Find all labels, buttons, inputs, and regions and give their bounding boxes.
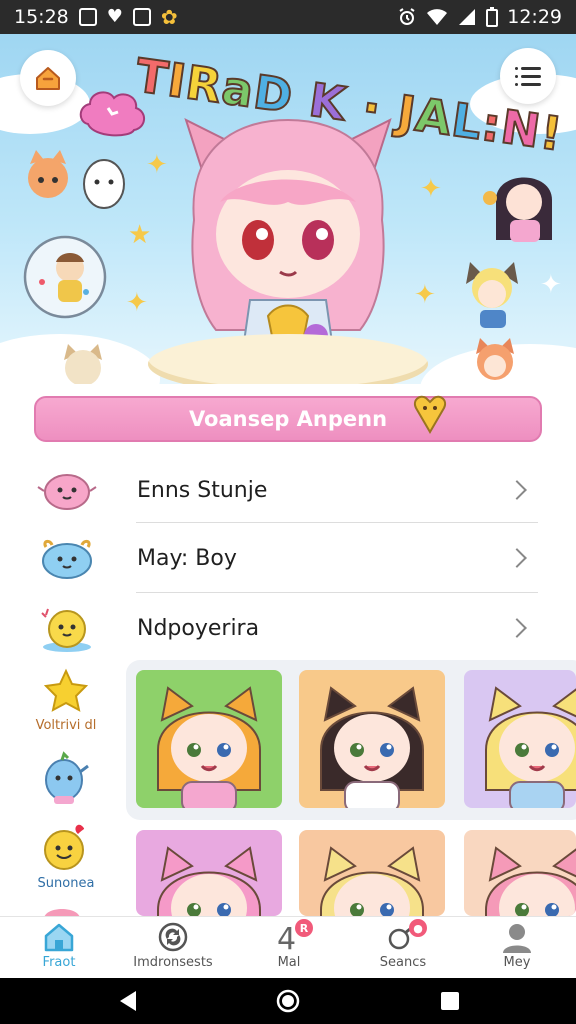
rail-item-creature[interactable] xyxy=(26,748,106,812)
list-item-label: Enns Stunje xyxy=(137,477,268,503)
nav-updates[interactable]: Imdronsests xyxy=(118,921,228,977)
system-nav-bar xyxy=(0,978,576,1024)
menu-button[interactable] xyxy=(500,48,556,104)
sparkle: ✦ xyxy=(420,174,442,204)
svg-text:4: 4 xyxy=(277,922,296,953)
signal-icon xyxy=(459,9,476,25)
sparkle: ✦ xyxy=(540,270,562,300)
list-item-label: May: Boy xyxy=(137,545,237,571)
feature-button-label: Voansep Anpenn xyxy=(188,407,388,431)
heart-icon: ♥ xyxy=(106,6,123,27)
nav-label: Mey xyxy=(503,955,531,970)
chevron-right-icon xyxy=(507,480,527,500)
rail-item-sun[interactable]: Sunonea xyxy=(26,822,106,891)
search-icon: ● xyxy=(387,919,427,953)
home-nav-icon xyxy=(44,923,74,952)
blue-creature-icon xyxy=(45,751,89,804)
divider xyxy=(136,522,538,523)
wifi-icon xyxy=(427,9,448,25)
orange-hair-character xyxy=(476,338,514,380)
list-item[interactable]: May: Boy xyxy=(0,524,576,592)
home-icon xyxy=(36,67,60,90)
character-illustration xyxy=(485,846,576,916)
nav-label: Fraot xyxy=(42,955,76,970)
character-illustration xyxy=(320,846,424,916)
sticker-card-blonde-pair[interactable] xyxy=(464,670,576,808)
status-clock: 12:29 xyxy=(507,6,562,28)
list-item[interactable]: Enns Stunje xyxy=(0,456,576,524)
pink-blob-icon xyxy=(37,474,97,510)
status-bar: 15:28 ♥ ✿ 12:29 xyxy=(0,0,576,34)
back-icon[interactable] xyxy=(116,989,140,1013)
character-illustration xyxy=(157,686,261,808)
pink-cloud-sticker xyxy=(79,91,145,137)
status-time: 15:28 xyxy=(14,6,69,28)
chevron-right-icon xyxy=(507,618,527,638)
sticker-card-blonde-cat-girl[interactable] xyxy=(299,830,445,916)
divider xyxy=(136,592,538,593)
menu-icon xyxy=(515,66,541,86)
sun-face-icon xyxy=(44,824,85,870)
sticker-card-pink-cat-girl[interactable] xyxy=(136,830,282,916)
sparkle: ✦ xyxy=(126,288,148,318)
nav-profile[interactable]: Mey xyxy=(462,921,572,977)
boy-bubble-sticker xyxy=(23,235,107,319)
nav-mail[interactable]: 4 R Mal xyxy=(234,919,344,977)
sim-icon xyxy=(132,8,151,26)
profile-icon xyxy=(503,924,531,953)
refresh-icon xyxy=(158,922,188,952)
rail-item-label: Voltrivi dl xyxy=(35,718,97,733)
alarm-icon xyxy=(399,8,415,25)
image-icon xyxy=(78,8,97,26)
character-illustration xyxy=(157,846,261,916)
nav-home[interactable]: Fraot xyxy=(4,921,114,977)
bottom-nav: Fraot Imdronsests 4 R Mal ● Seancs Mey xyxy=(0,916,576,978)
flower-icon: ✿ xyxy=(160,5,178,29)
home-button[interactable] xyxy=(20,50,76,106)
rail-item-label: Sunonea xyxy=(37,876,95,891)
blonde-boy-character xyxy=(466,262,518,328)
dark-hair-girl-character xyxy=(483,177,552,242)
mail-icon: 4 R xyxy=(273,919,313,957)
nav-label: Imdronsests xyxy=(133,955,213,970)
sparkle: ✦ xyxy=(414,280,436,310)
rail-item-star[interactable]: Voltrivi dl xyxy=(26,668,106,733)
nav-search[interactable]: ● Seancs xyxy=(348,919,458,977)
sticker-card-dark-hair-cat-girl[interactable] xyxy=(299,670,445,808)
sparkle: ✦ xyxy=(146,150,168,180)
sticker-card-pink-blob-plant[interactable] xyxy=(464,830,576,916)
fox-character xyxy=(28,150,68,198)
list-item[interactable]: Ndpoyerira xyxy=(0,594,576,662)
nav-label: Mal xyxy=(277,955,301,970)
star-icon xyxy=(43,668,89,712)
recents-icon[interactable] xyxy=(438,989,462,1013)
heart-icecream-icon xyxy=(414,395,446,434)
character-illustration xyxy=(485,686,576,808)
home-circle-icon[interactable] xyxy=(276,989,300,1013)
notification-badge: ● xyxy=(409,919,427,937)
blue-blob-icon xyxy=(42,539,92,579)
list-item-label: Ndpoyerira xyxy=(137,615,260,641)
hero-banner: TIRaD K · JAL:N! ✦ ★ ✦ ✦ ✦ ✦ xyxy=(0,34,576,384)
battery-icon xyxy=(486,7,499,27)
ghost-character xyxy=(83,159,125,209)
sticker-card-orange-cat-girl[interactable] xyxy=(136,670,282,808)
sparkle: ★ xyxy=(128,220,152,250)
chevron-right-icon xyxy=(507,548,527,568)
nav-label: Seancs xyxy=(379,955,427,970)
cat-character xyxy=(64,344,102,384)
character-illustration xyxy=(320,686,424,808)
yellow-blob-icon xyxy=(41,608,91,652)
feature-button[interactable]: Voansep Anpenn xyxy=(34,395,542,442)
notification-badge: R xyxy=(295,919,313,937)
